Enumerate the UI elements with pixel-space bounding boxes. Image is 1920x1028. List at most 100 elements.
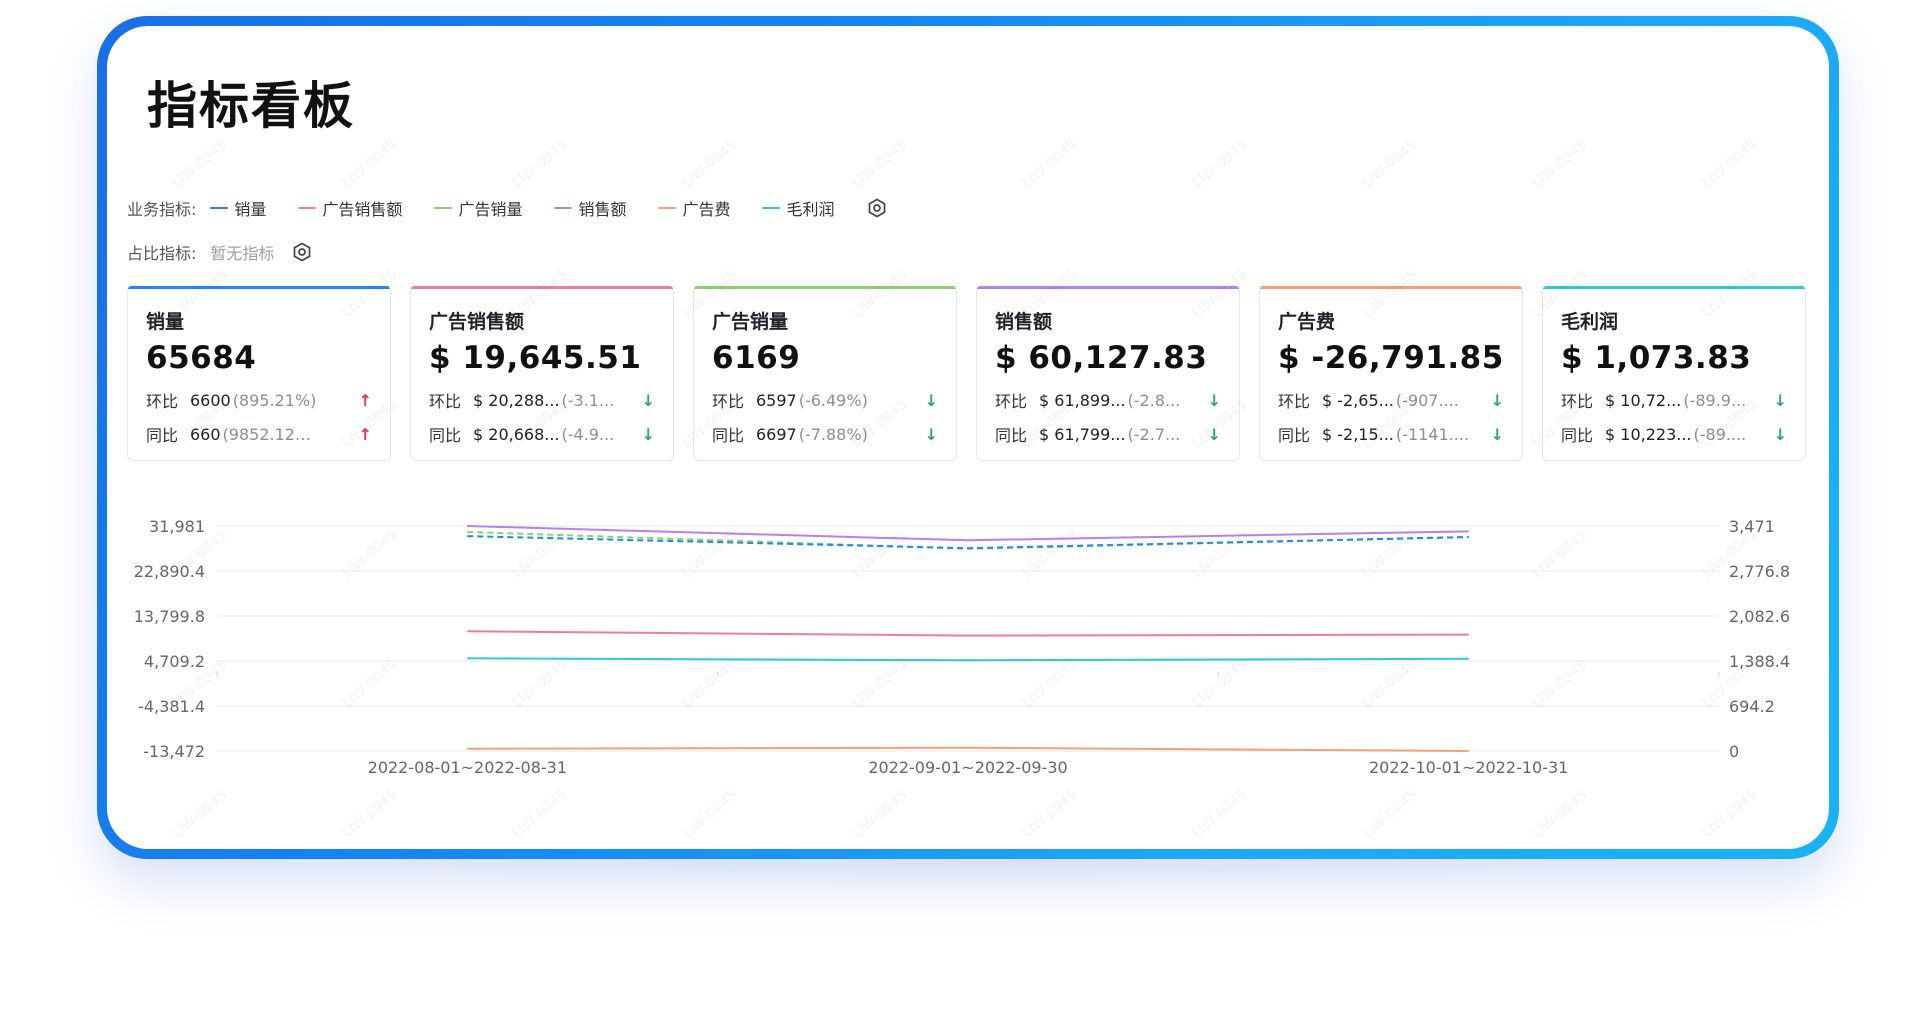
metric-card[interactable]: 广告销售额 $ 19,645.51 环比 $ 20,288... (-3.1... ↓ 同比… — [410, 286, 674, 461]
gear-icon[interactable] — [292, 242, 312, 262]
mom-row: 环比 6600 (895.21%) ↑ — [146, 388, 372, 412]
card-title: 广告费 — [1278, 311, 1336, 333]
yoy-label: 同比 — [1278, 426, 1311, 445]
legend-line-icon — [554, 207, 573, 209]
metric-card[interactable]: 销售额 $ 60,127.83 环比 $ 61,899... (-2.8... ↓ 同比 $ … — [976, 286, 1240, 461]
y-right-tick-label: 2,082.6 — [1729, 607, 1790, 626]
legend-line-icon — [298, 207, 317, 209]
yoy-value: $ 10,223... — [1605, 424, 1692, 444]
mom-label: 环比 — [1278, 392, 1311, 411]
legend-item-label: 销量 — [234, 200, 267, 219]
chart-svg: 31,981 3,471 22,890.4 2,776.8 13,799.8 2,082.… — [134, 517, 1790, 777]
card-accent-bar — [411, 286, 673, 289]
arrow-up-icon: ↑ — [358, 424, 372, 444]
card-accent-bar — [128, 286, 390, 289]
y-left-tick-label: 22,890.4 — [134, 562, 205, 581]
legend-line-icon — [210, 207, 229, 209]
y-left-tick-label: 13,799.8 — [134, 607, 205, 626]
mom-percent: (895.21%) — [232, 390, 317, 410]
legend-item[interactable]: 销量 — [210, 196, 266, 220]
arrow-down-icon: ↓ — [1773, 390, 1787, 410]
card-title: 毛利润 — [1561, 311, 1619, 333]
legend-item[interactable]: 广告销售额 — [298, 196, 402, 220]
yoy-row: 同比 $ 10,223... (-89.... ↓ — [1561, 422, 1787, 446]
mom-row: 环比 $ -2,65... (-907.... ↓ — [1278, 388, 1504, 412]
yoy-row: 同比 $ -2,15... (-1141.... ↓ — [1278, 422, 1504, 446]
series-line — [467, 525, 1469, 542]
yoy-percent: (-7.88%) — [798, 424, 868, 444]
y-right-tick-label: 3,471 — [1729, 517, 1775, 536]
legend-item[interactable]: 销售额 — [554, 196, 626, 220]
metric-card[interactable]: 毛利润 $ 1,073.83 环比 $ 10,72... (-89.9... ↓ 同比 $ 1… — [1542, 286, 1806, 461]
yoy-label: 同比 — [1561, 426, 1594, 445]
watermark: LIW-0045 — [169, 136, 231, 192]
legend-item[interactable]: 广告销量 — [434, 196, 522, 220]
watermark: LIW-0045 — [1189, 136, 1251, 192]
yoy-value: 6697 — [756, 424, 797, 444]
yoy-percent: (9852.12%) — [222, 424, 313, 444]
ratio-metrics-legend: 占比指标: 暂无指标 — [127, 240, 312, 264]
legend-line-icon — [434, 207, 453, 209]
gear-icon[interactable] — [867, 198, 887, 218]
yoy-label: 同比 — [712, 426, 745, 445]
y-left-tick-label: 31,981 — [149, 517, 205, 536]
yoy-row: 同比 $ 61,799... (-2.7... ↓ — [995, 422, 1221, 446]
mom-percent: (-89.9... — [1683, 390, 1747, 410]
watermark: LIW-0045 — [509, 136, 571, 192]
arrow-down-icon: ↓ — [1207, 390, 1221, 410]
series-line — [467, 657, 1469, 662]
yoy-row: 同比 $ 20,668... (-4.9... ↓ — [429, 422, 655, 446]
arrow-down-icon: ↓ — [641, 390, 655, 410]
x-tick-label: 2022-09-01~2022-09-30 — [868, 758, 1067, 777]
yoy-value: $ 20,668... — [473, 424, 560, 444]
card-value: $ 60,127.83 — [995, 340, 1208, 376]
yoy-label: 同比 — [429, 426, 462, 445]
mom-percent: (-2.8... — [1127, 390, 1181, 410]
watermark: LIW-0045 — [1699, 136, 1761, 192]
y-left-tick-label: 4,709.2 — [144, 652, 205, 671]
mom-value: $ -2,65... — [1322, 390, 1394, 410]
yoy-value: $ 61,799... — [1039, 424, 1126, 444]
mom-label: 环比 — [712, 392, 745, 411]
legend-item[interactable]: 广告费 — [658, 196, 730, 220]
y-right-tick-label: 2,776.8 — [1729, 562, 1790, 581]
card-value: 6169 — [712, 340, 801, 376]
legend-item[interactable]: 毛利润 — [762, 196, 835, 220]
arrow-down-icon: ↓ — [1773, 424, 1787, 444]
dashboard-frame: 指标看板 业务指标: 销量 广告销售额 广告销量 销售额 广告费 毛利润 占比指标: 暂无… — [97, 16, 1839, 859]
card-title: 广告销售额 — [429, 311, 525, 333]
business-metrics-label: 业务指标: — [127, 200, 197, 219]
business-metrics-legend: 业务指标: 销量 广告销售额 广告销量 销售额 广告费 毛利润 — [127, 196, 887, 220]
mom-value: 6597 — [756, 390, 797, 410]
yoy-label: 同比 — [995, 426, 1028, 445]
card-value: 65684 — [146, 340, 257, 376]
metric-cards: 销量 65684 环比 6600 (895.21%) ↑ 同比 660 (9852.12%) ↑ 广… — [127, 286, 1806, 461]
y-right-tick-label: 694.2 — [1729, 697, 1775, 716]
mom-row: 环比 6597 (-6.49%) ↓ — [712, 388, 938, 412]
metric-card[interactable]: 广告销量 6169 环比 6597 (-6.49%) ↓ 同比 6697 (-7.88%) ↓ — [693, 286, 957, 461]
legend-item-label: 销售额 — [578, 200, 627, 219]
mom-row: 环比 $ 20,288... (-3.1... ↓ — [429, 388, 655, 412]
mom-percent: (-3.1... — [561, 390, 615, 410]
metric-card[interactable]: 广告费 $ -26,791.85 环比 $ -2,65... (-907.... ↓ 同比 $… — [1259, 286, 1523, 461]
arrow-up-icon: ↑ — [358, 390, 372, 410]
arrow-down-icon: ↓ — [641, 424, 655, 444]
watermark: LIW-0045 — [1359, 136, 1421, 192]
yoy-percent: (-2.7... — [1127, 424, 1181, 444]
yoy-percent: (-4.9... — [561, 424, 615, 444]
mom-value: 6600 — [190, 390, 231, 410]
y-right-tick-label: 0 — [1729, 742, 1739, 761]
card-title: 销量 — [146, 311, 185, 333]
series-line — [467, 630, 1469, 637]
mom-label: 环比 — [1561, 392, 1594, 411]
metric-card[interactable]: 销量 65684 环比 6600 (895.21%) ↑ 同比 660 (9852.12%) ↑ — [127, 286, 391, 461]
arrow-down-icon: ↓ — [924, 424, 938, 444]
yoy-row: 同比 6697 (-7.88%) ↓ — [712, 422, 938, 446]
mom-value: $ 61,899... — [1039, 390, 1126, 410]
legend-item-label: 毛利润 — [786, 200, 835, 219]
arrow-down-icon: ↓ — [1490, 390, 1504, 410]
watermark: LIW-0045 — [679, 136, 741, 192]
card-accent-bar — [1543, 286, 1805, 289]
card-value: $ -26,791.85 — [1278, 340, 1504, 376]
metrics-line-chart: 31,981 3,471 22,890.4 2,776.8 13,799.8 2,082.… — [107, 506, 1829, 849]
